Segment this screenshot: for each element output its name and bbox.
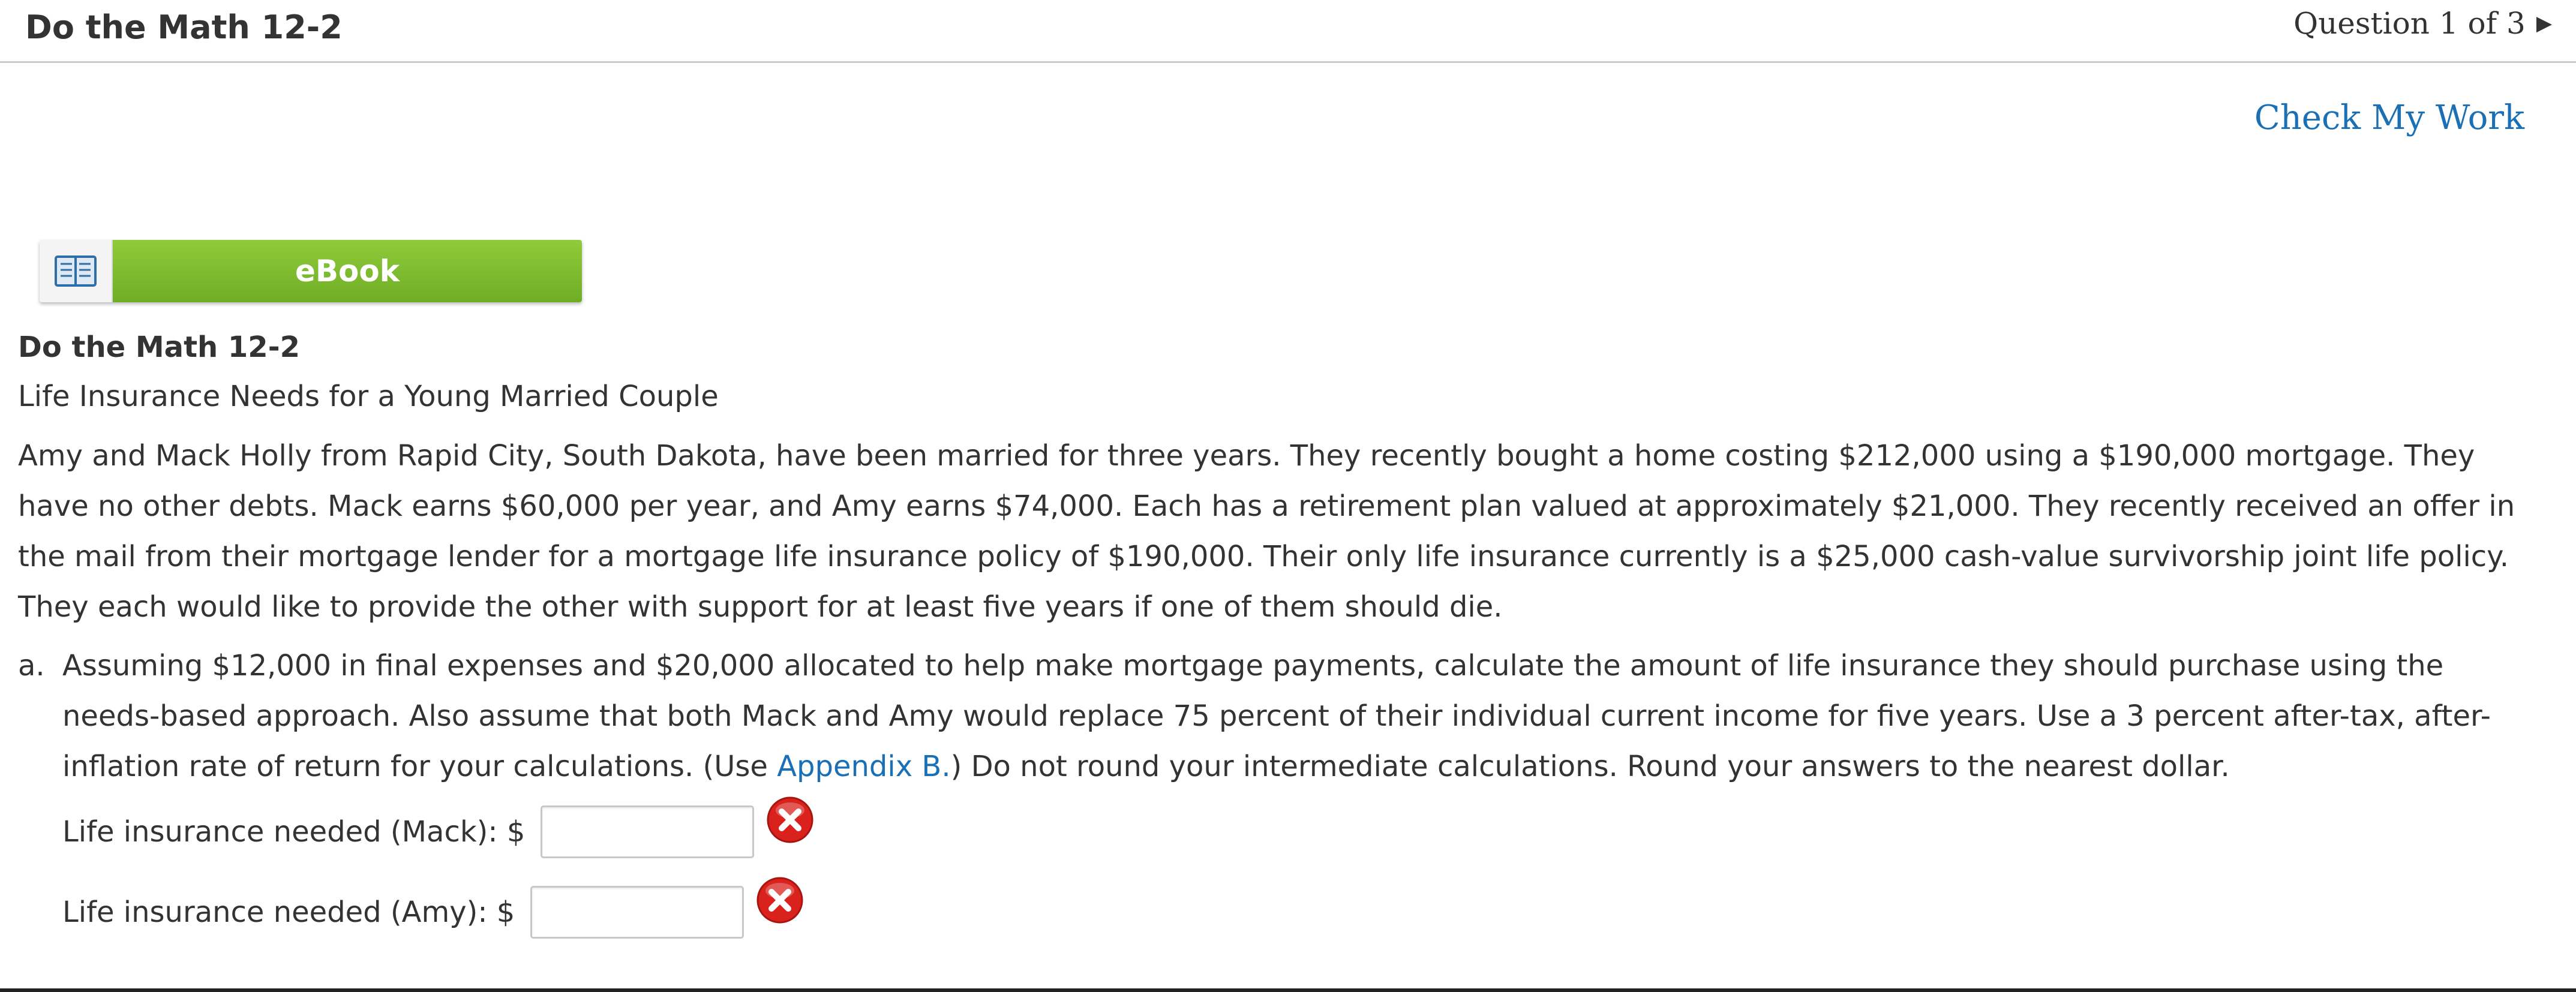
answer-row-amy: Life insurance needed (Amy): $ bbox=[62, 877, 2550, 943]
question-position: Question 1 of 3 bbox=[2293, 6, 2526, 41]
problem-content: Do the Math 12-2 Life Insurance Needs fo… bbox=[18, 329, 2550, 943]
ebook-button[interactable]: eBook bbox=[40, 240, 582, 302]
header-bar: Do the Math 12-2 Question 1 of 3 ▶ bbox=[0, 0, 2576, 63]
life-insurance-amy-input[interactable] bbox=[530, 886, 744, 939]
answer-row-mack: Life insurance needed (Mack): $ bbox=[62, 796, 2550, 862]
part-a-letter: a. bbox=[18, 649, 45, 683]
life-insurance-mack-input[interactable] bbox=[541, 805, 755, 858]
incorrect-x-icon bbox=[756, 876, 804, 927]
check-my-work-link[interactable]: Check My Work bbox=[2254, 98, 2524, 137]
answer-label-mack: Life insurance needed (Mack): $ bbox=[62, 815, 526, 849]
page-title: Do the Math 12-2 bbox=[25, 8, 343, 46]
part-a-text-end: ) Do not round your intermediate calcula… bbox=[950, 750, 2230, 783]
bottom-divider bbox=[0, 988, 2576, 992]
problem-title: Do the Math 12-2 bbox=[18, 330, 301, 364]
part-a-instructions: Assuming $12,000 in final expenses and $… bbox=[62, 641, 2546, 792]
answer-label-amy: Life insurance needed (Amy): $ bbox=[62, 895, 515, 929]
appendix-b-link[interactable]: Appendix B. bbox=[777, 750, 950, 783]
incorrect-x-icon bbox=[766, 796, 814, 846]
open-book-icon bbox=[40, 240, 113, 302]
next-question-arrow-icon[interactable]: ▶ bbox=[2536, 11, 2552, 35]
problem-body: Amy and Mack Holly from Rapid City, Sout… bbox=[18, 439, 2515, 624]
ebook-label: eBook bbox=[113, 240, 582, 302]
part-a: a. Assuming $12,000 in final expenses an… bbox=[18, 641, 2550, 792]
problem-subtitle: Life Insurance Needs for a Young Married… bbox=[18, 380, 719, 413]
question-navigator[interactable]: Question 1 of 3 ▶ bbox=[2293, 6, 2552, 41]
